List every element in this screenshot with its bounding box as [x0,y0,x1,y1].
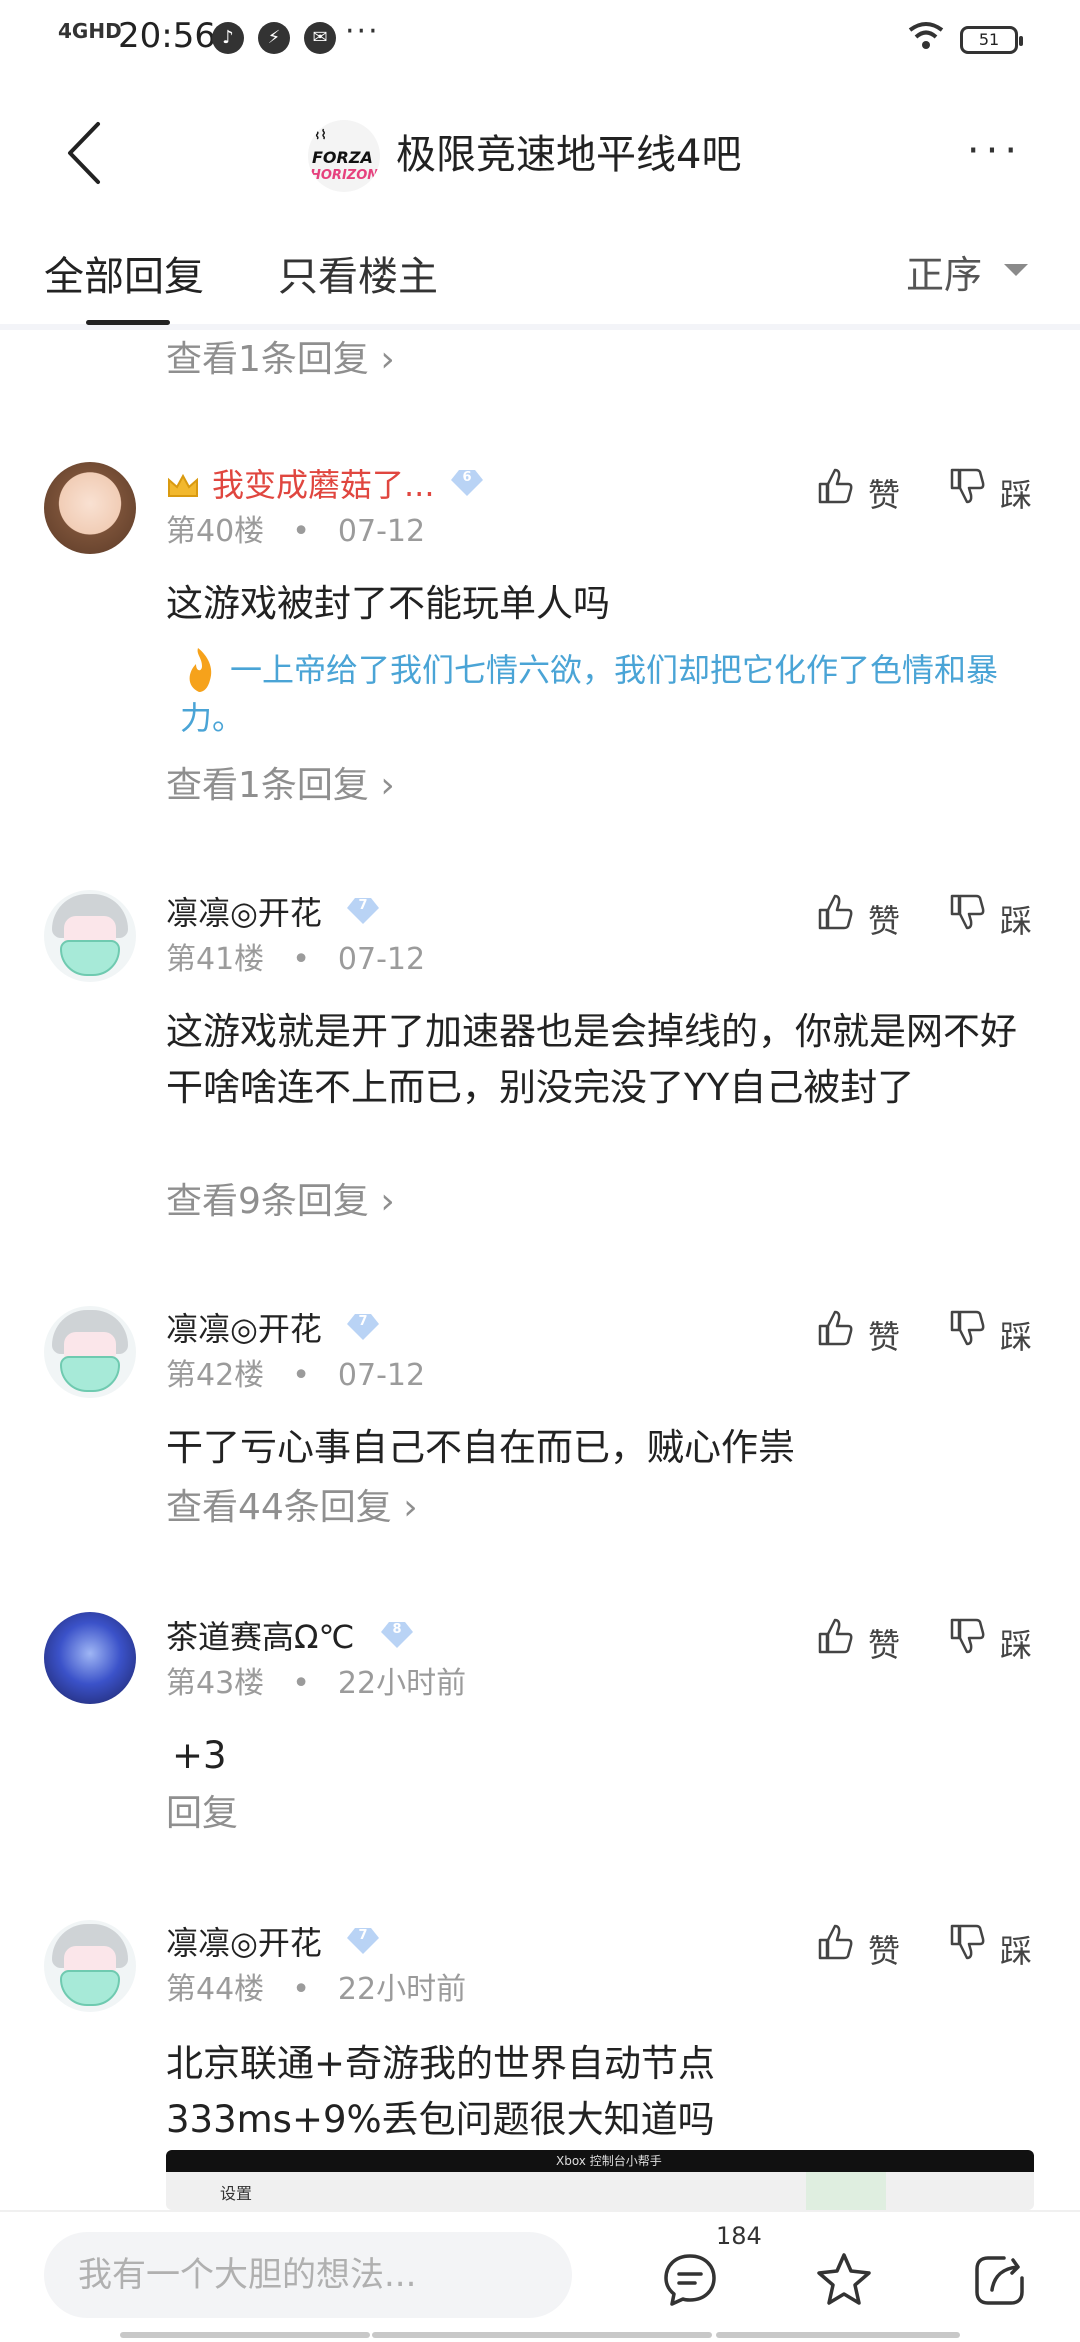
thumbs-down-icon [950,894,985,930]
post-content: 干了亏心事自己不自在而已，贼心作祟 [166,1426,795,1469]
favorite-button[interactable] [814,2250,874,2310]
tab-all-replies[interactable]: 全部回复 [44,244,204,302]
wifi-icon [908,20,944,60]
view-replies-link[interactable]: 查看44条回复 › [166,1478,418,1530]
thumbs-down-icon [950,1310,985,1346]
active-tab-indicator [86,320,170,325]
username[interactable]: 凛凛◎开花 [166,1918,322,1964]
thumbs-up-icon [818,1618,853,1654]
avatar[interactable] [44,1612,136,1704]
view-replies-link[interactable]: 查看1条回复 › [166,330,395,382]
avatar[interactable] [44,1920,136,2012]
thumbs-up-icon [818,468,853,504]
post-content: 这游戏被封了不能玩单人吗 [166,582,610,625]
reply-input[interactable]: 我有一个大胆的想法... [44,2232,572,2318]
floor-number: 第42楼 [166,1358,265,1393]
home-indicator [120,2332,370,2338]
post-time: 07-12 [337,514,426,549]
crown-icon [168,473,198,497]
post-meta: 第40楼 • 07-12 [166,514,426,549]
home-indicator [372,2332,712,2338]
view-replies-link[interactable]: 查看9条回复 › [166,1172,395,1224]
avatar[interactable] [44,462,136,554]
comment-count: 184 [716,2222,762,2250]
avatar[interactable] [44,890,136,982]
music-icon: ♪ [212,22,244,54]
post-time: 07-12 [337,942,426,977]
forum-logo[interactable]: ⌇⌇ FORZA HORIZON 4 [308,120,380,192]
post-meta: 第43楼 • 22小时前 [166,1666,467,1701]
network-indicator: 4GHD [58,19,122,43]
avatar[interactable] [44,1306,136,1398]
post-content: +3 [172,1734,227,1777]
floor-number: 第43楼 [166,1666,265,1701]
view-replies-link[interactable]: 查看1条回复 › [166,756,395,808]
caret-down-icon [1004,264,1028,276]
level-badge: 7 [346,1312,380,1342]
post-content-line: 北京联通+奇游我的世界自动节点 [166,2042,716,2085]
floor-number: 第41楼 [166,942,265,977]
thumbs-down-icon [950,468,985,504]
level-badge: 8 [380,1620,414,1650]
more-options-button[interactable]: ··· [960,128,1030,178]
post-time: 22小时前 [337,1972,467,2007]
post-content-line: 333ms+9%丢包问题很大知道吗 [166,2098,715,2141]
post-meta: 第41楼 • 07-12 [166,942,426,977]
back-button[interactable] [60,118,110,188]
forum-header: ⌇⌇ FORZA HORIZON 4 极限竞速地平线4吧 ··· [0,80,1080,220]
level-badge: 7 [346,1926,380,1956]
bottom-action-bar: 我有一个大胆的想法... [0,2210,1080,2342]
post-time: 22小时前 [337,1666,467,1701]
username[interactable]: 我变成蘑菇了... [212,460,435,506]
post-meta: 第42楼 • 07-12 [166,1358,426,1393]
username[interactable]: 茶道赛高Ω℃ [166,1612,354,1658]
thumbs-up-icon [818,894,853,930]
user-signature: 一上帝给了我们七情六欲，我们却把它化作了色情和暴力。 [180,651,999,737]
thumbs-up-icon [818,1310,853,1346]
thumbs-up-icon [818,1924,853,1960]
level-badge: 7 [346,896,380,926]
sort-dropdown[interactable]: 正序 [906,244,982,299]
floor-number: 第40楼 [166,514,265,549]
share-icon [975,2256,1024,2305]
post-image[interactable]: Xbox 控制台小帮手 设置 [166,2150,1034,2210]
reply-tabs: 全部回复 只看楼主 正序 [0,220,1080,330]
thumbs-down-icon [950,1618,985,1654]
reply-link[interactable]: 回复 [166,1784,238,1836]
more-notifications-icon: ··· [345,14,380,49]
post-content: 这游戏就是开了加速器也是会掉线的，你就是网不好干啥啥连不上而已，别没完没了YY自… [166,1010,1017,1109]
status-bar: 4GHD 20:56 ♪ ⚡ ✉ ··· 51 [0,0,1080,80]
thumbs-down-icon [950,1924,985,1960]
clock: 20:56 [118,16,216,56]
battery-icon: 51 [960,26,1023,54]
home-indicator [716,2332,960,2338]
floor-number: 第44楼 [166,1972,265,2007]
username[interactable]: 凛凛◎开花 [166,1304,322,1350]
post-meta: 第44楼 • 22小时前 [166,1972,467,2007]
username[interactable]: 凛凛◎开花 [166,888,322,934]
forum-name[interactable]: 极限竞速地平线4吧 [396,122,741,180]
post-time: 07-12 [337,1358,426,1393]
flash-icon: ⚡ [258,22,290,54]
star-icon [817,2253,871,2305]
level-badge: 6 [450,468,484,498]
comment-icon [664,2254,716,2306]
comment-button[interactable] [660,2250,720,2310]
chevron-left-icon [68,122,100,184]
wechat-icon: ✉ [304,22,336,54]
tab-owner-only[interactable]: 只看楼主 [278,244,438,302]
share-button[interactable] [970,2250,1030,2310]
